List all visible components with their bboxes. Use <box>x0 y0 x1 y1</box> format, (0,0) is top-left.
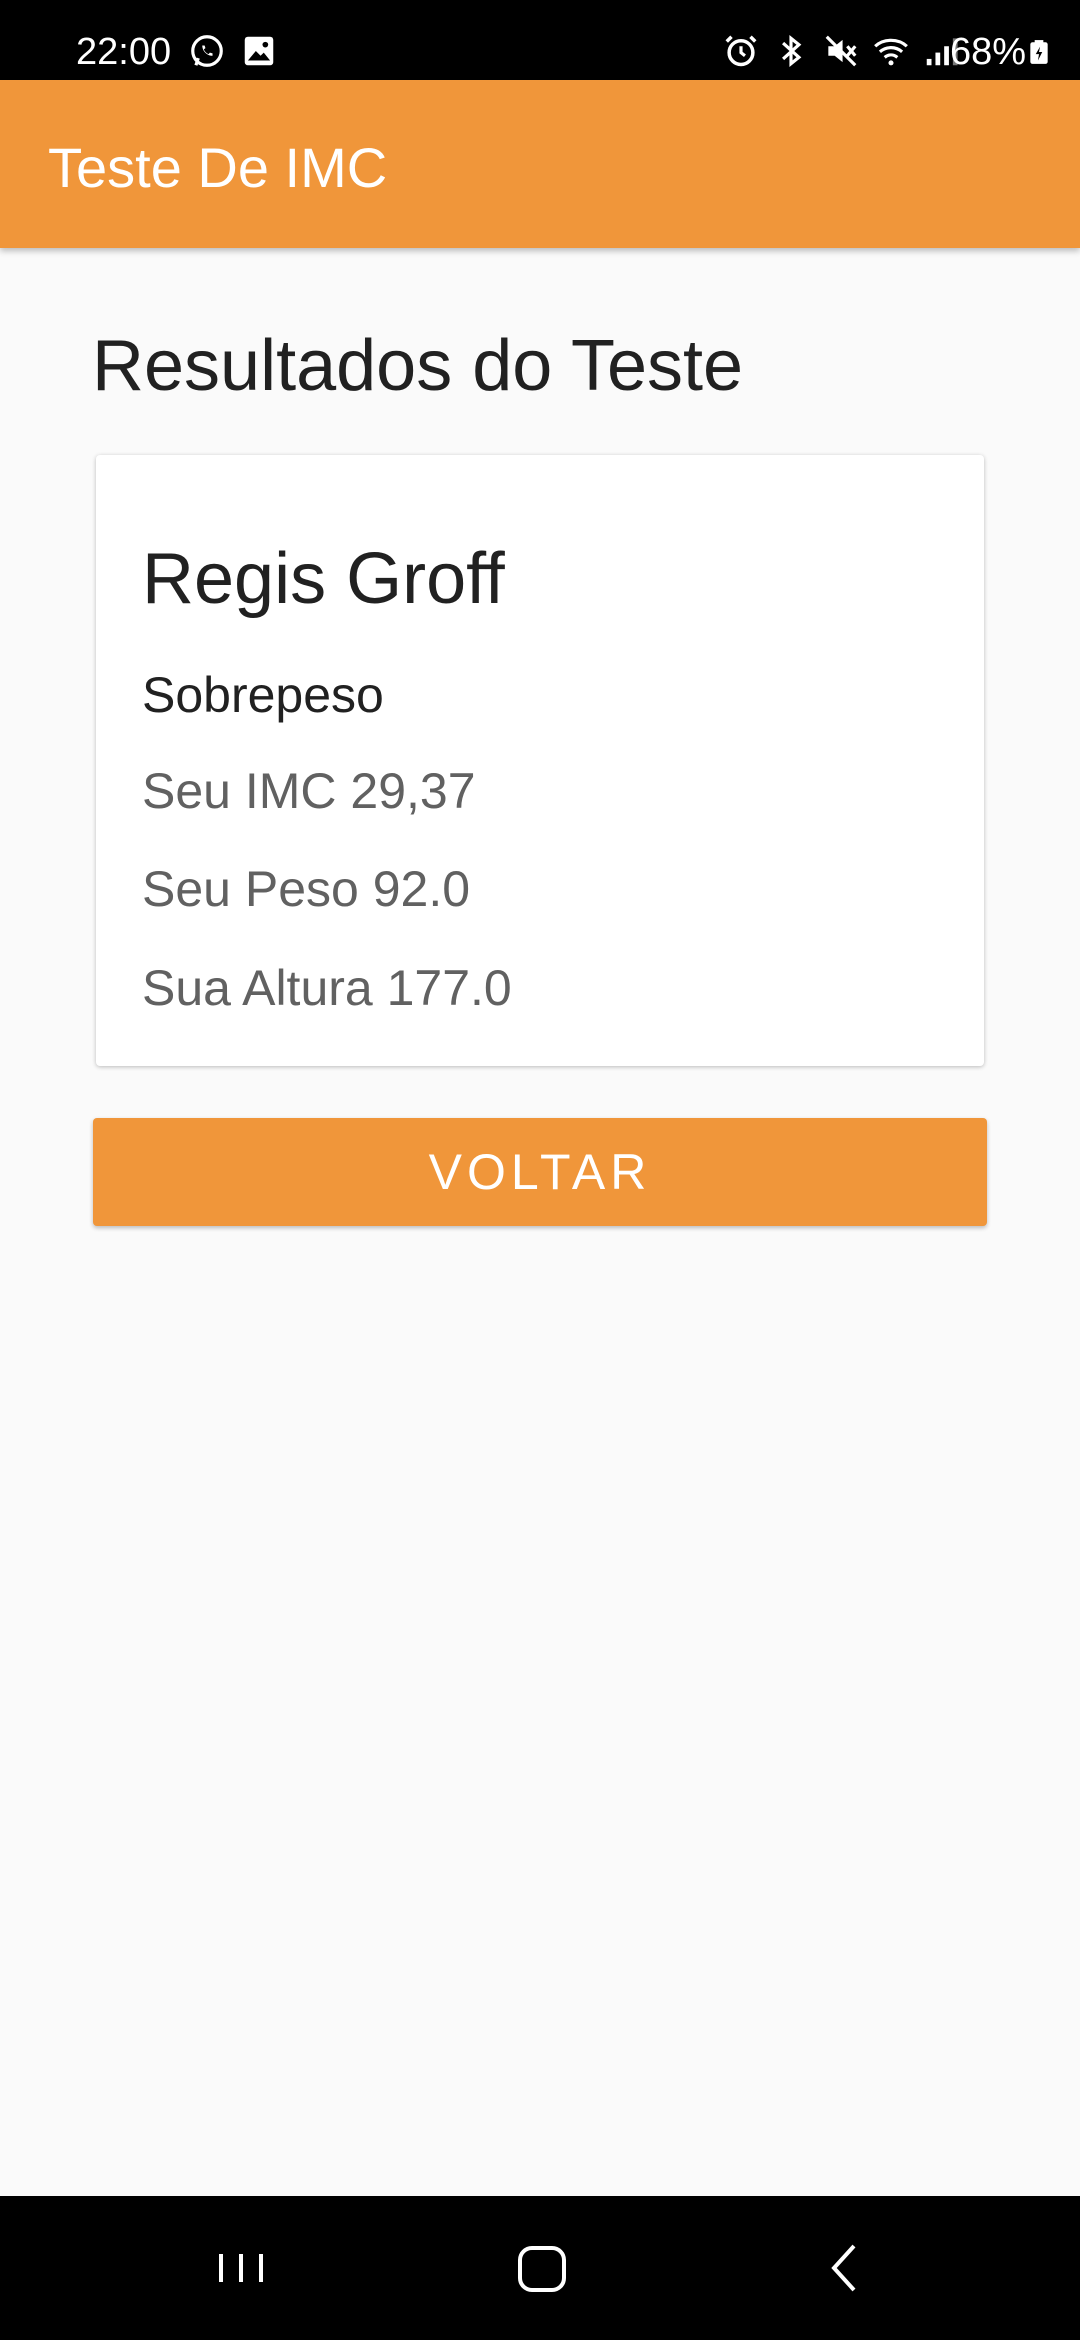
result-imc: Seu IMC 29,37 <box>142 763 476 819</box>
bluetooth-icon <box>782 35 802 67</box>
alarm-icon <box>725 35 757 67</box>
home-icon[interactable] <box>506 2232 578 2304</box>
app-title: Teste De IMC <box>48 136 388 199</box>
result-category: Sobrepeso <box>142 667 384 723</box>
recents-icon[interactable] <box>205 2232 277 2304</box>
mute-icon <box>825 35 857 67</box>
wifi-icon <box>874 38 908 66</box>
navigation-bar <box>0 2196 1080 2340</box>
back-icon[interactable] <box>810 2232 882 2304</box>
status-bar: 22:00 68% <box>0 0 1080 80</box>
battery-icon <box>1030 40 1048 64</box>
page-title: Resultados do Teste <box>92 326 744 406</box>
status-time: 22:00 <box>76 31 172 73</box>
image-icon <box>244 36 274 66</box>
app-bar: Teste De IMC <box>0 80 1080 248</box>
result-height: Sua Altura 177.0 <box>142 960 512 1016</box>
result-weight: Seu Peso 92.0 <box>142 861 471 917</box>
result-card: Regis Groff Sobrepeso Seu IMC 29,37 Seu … <box>96 455 984 1066</box>
result-name: Regis Groff <box>142 539 505 619</box>
whatsapp-icon <box>191 35 223 67</box>
battery-percentage: 68% <box>949 31 1026 73</box>
back-button[interactable]: VOLTAR <box>93 1118 987 1226</box>
